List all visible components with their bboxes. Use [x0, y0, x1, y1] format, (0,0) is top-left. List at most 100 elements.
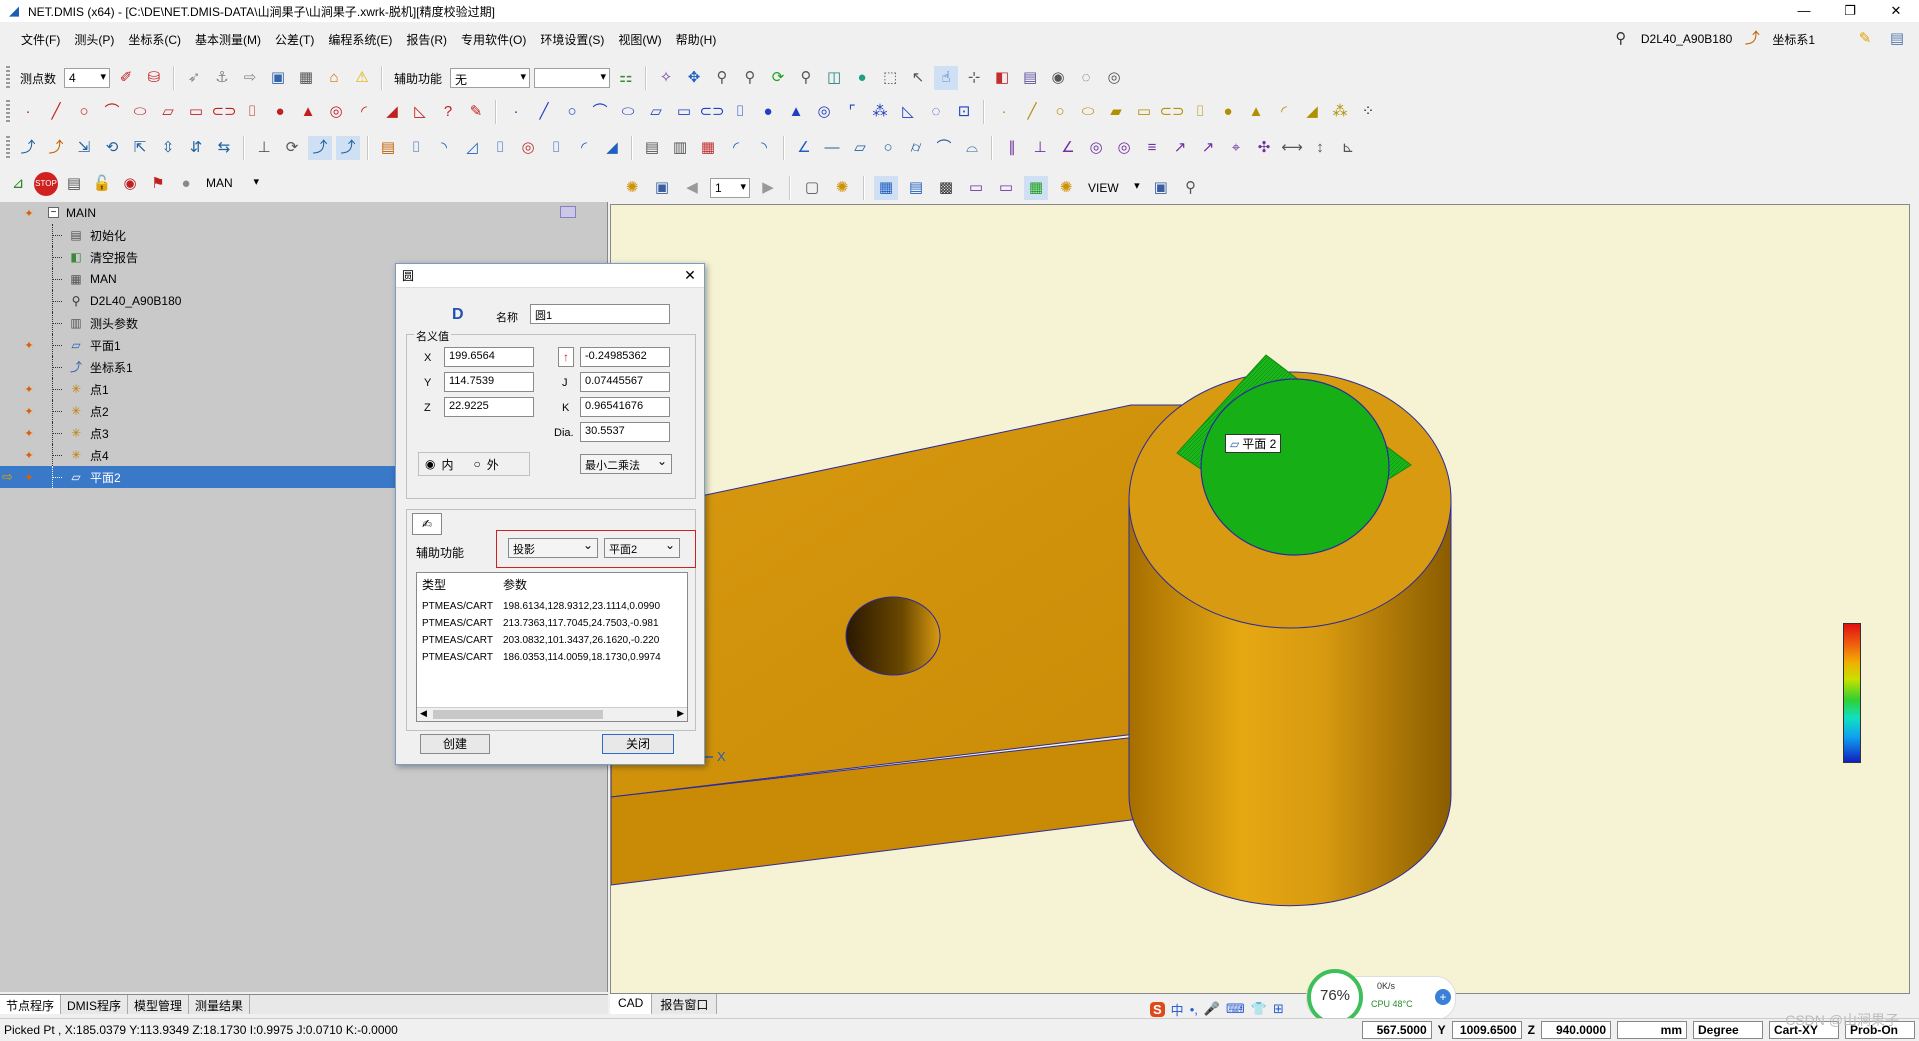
- view-select[interactable]: [1129, 178, 1143, 198]
- construct-cloud-icon[interactable]: ◌: [924, 100, 948, 124]
- scan-icon[interactable]: ✧: [654, 66, 678, 90]
- surface-feature-icon[interactable]: ◜: [352, 100, 376, 124]
- fit-method-select[interactable]: 最小二乘法: [580, 454, 672, 474]
- save-icon[interactable]: ▣: [1149, 176, 1173, 200]
- lightbulb-icon[interactable]: ✦: [22, 405, 36, 418]
- cad-cone-icon[interactable]: ▲: [1244, 100, 1268, 124]
- menu-report[interactable]: 报告(R): [399, 31, 454, 48]
- size-slope-icon[interactable]: ◿: [460, 136, 484, 160]
- punctuation-icon[interactable]: •,: [1190, 1002, 1198, 1017]
- tol-angle-icon[interactable]: ∠: [792, 136, 816, 160]
- lightbulb-icon[interactable]: ✦: [22, 449, 36, 462]
- tab-measurement-results[interactable]: 测量结果: [189, 995, 251, 1014]
- cad-sphere-icon[interactable]: ●: [1216, 100, 1240, 124]
- dialog-close-icon[interactable]: ✕: [676, 267, 704, 284]
- toolbar-grip[interactable]: [6, 66, 10, 90]
- line-feature-icon[interactable]: ╱: [44, 100, 68, 124]
- tol-size-icon[interactable]: ↕: [1308, 136, 1332, 160]
- init-coord-icon[interactable]: ⤴: [16, 136, 40, 160]
- coord-save-icon[interactable]: ⇵: [184, 136, 208, 160]
- scrollbar-thumb[interactable]: [433, 710, 603, 719]
- construct-rect-icon[interactable]: ▭: [672, 100, 696, 124]
- sphere-view-icon[interactable]: ●: [850, 66, 874, 90]
- lightbulb-icon[interactable]: ✦: [22, 383, 36, 396]
- cad-view[interactable]: ▱ 平面 2 Z X: [610, 204, 1910, 994]
- construct-plane-icon[interactable]: ▱: [644, 100, 668, 124]
- arc-feature-icon[interactable]: ⌒: [100, 100, 124, 124]
- tol-straight-icon[interactable]: —: [820, 136, 844, 160]
- row-type[interactable]: PTMEAS/CART: [422, 618, 493, 629]
- i-input[interactable]: -0.24985362: [580, 347, 670, 367]
- tree-menu-icon[interactable]: [560, 206, 576, 218]
- pick-icon[interactable]: ☝: [934, 66, 959, 90]
- menu-help[interactable]: 帮助(H): [669, 31, 724, 48]
- go-to-icon[interactable]: ⇨: [238, 66, 262, 90]
- measured-circle[interactable]: [1200, 378, 1390, 556]
- cad-surface-icon[interactable]: ◜: [1272, 100, 1296, 124]
- coord-machine-icon[interactable]: ⊥: [252, 136, 276, 160]
- ellipse-feature-icon[interactable]: ⬭: [128, 100, 152, 124]
- coord-active2-icon[interactable]: ⤴: [336, 136, 360, 160]
- cad-line-icon[interactable]: ╱: [1020, 100, 1044, 124]
- pin-icon[interactable]: ⚑: [146, 172, 170, 196]
- rectangle-feature-icon[interactable]: ▭: [184, 100, 208, 124]
- construct-slot-icon[interactable]: ⊂⊃: [699, 100, 724, 124]
- tab-dmis-program[interactable]: DMIS程序: [61, 995, 129, 1014]
- rotate-icon[interactable]: ⟳: [766, 66, 790, 90]
- coord-rotate-icon[interactable]: ⟲: [100, 136, 124, 160]
- home-icon[interactable]: ⌂: [322, 66, 346, 90]
- delete-all-points-icon[interactable]: ⛁: [142, 66, 166, 90]
- y-input[interactable]: 114.7539: [444, 372, 534, 392]
- measure-icon[interactable]: ◧: [990, 66, 1014, 90]
- data-grid-icon[interactable]: ⚏: [614, 66, 638, 90]
- print-preview-icon[interactable]: ⚲: [1179, 176, 1203, 200]
- tol-chart-icon[interactable]: ▥: [668, 136, 692, 160]
- tol-flat-icon[interactable]: ▱: [848, 136, 872, 160]
- tol-report-icon[interactable]: ▤: [640, 136, 664, 160]
- lightbulb-icon[interactable]: ✦: [22, 339, 36, 352]
- tol-arc-icon[interactable]: ◜: [724, 136, 748, 160]
- page-select[interactable]: 1: [710, 178, 750, 198]
- menu-file[interactable]: 文件(F): [14, 31, 67, 48]
- tab-model-management[interactable]: 模型管理: [128, 995, 190, 1014]
- cad-point-icon[interactable]: ·: [992, 100, 1016, 124]
- tol-total-runout-icon[interactable]: ↗: [1196, 136, 1220, 160]
- close-window-button[interactable]: ✕: [1873, 0, 1919, 22]
- tol-round-icon[interactable]: ○: [876, 136, 900, 160]
- menu-tolerance[interactable]: 公差(T): [268, 31, 321, 48]
- scroll-right-icon[interactable]: ▶: [677, 708, 684, 719]
- lamp-icon[interactable]: ✺: [1054, 176, 1078, 200]
- tol-profile-surface-icon[interactable]: ⌓: [960, 136, 984, 160]
- tol-position-icon[interactable]: ⌖: [1224, 136, 1248, 160]
- construct-point-icon[interactable]: ·: [504, 100, 528, 124]
- visibility-icon[interactable]: ◎: [1102, 66, 1126, 90]
- microphone-icon[interactable]: 🎤: [1204, 1001, 1220, 1017]
- construct-curve-icon[interactable]: ⊡: [952, 100, 976, 124]
- record-icon[interactable]: ◉: [118, 172, 142, 196]
- cad-cylinder-icon[interactable]: ⌷: [1188, 100, 1212, 124]
- add-icon[interactable]: +: [1435, 989, 1451, 1005]
- dp-view-icon[interactable]: ▭: [994, 176, 1018, 200]
- fit-icon[interactable]: ⚲: [794, 66, 818, 90]
- keyboard-icon[interactable]: ⌨: [1226, 1001, 1245, 1017]
- probe-icon[interactable]: ⚲: [1609, 27, 1633, 51]
- slot-feature-icon[interactable]: ⊂⊃: [211, 100, 236, 124]
- plane-2-label-tag[interactable]: ▱ 平面 2: [1225, 434, 1282, 453]
- scroll-left-icon[interactable]: ◀: [420, 708, 427, 719]
- dim-view-icon[interactable]: ▭: [964, 176, 988, 200]
- cad-more-icon[interactable]: ⁘: [1356, 100, 1380, 124]
- z-input[interactable]: 22.9225: [444, 397, 534, 417]
- layer-icon[interactable]: ▤: [1018, 66, 1042, 90]
- zoom-icon[interactable]: ⚲: [710, 66, 734, 90]
- point-list[interactable]: 类型 参数 PTMEAS/CART 198.6134,128.9312,23.1…: [416, 572, 688, 722]
- calculator-icon[interactable]: ▦: [294, 66, 318, 90]
- menu-view[interactable]: 视图(W): [611, 31, 668, 48]
- tol-grid-icon[interactable]: ▦: [696, 136, 720, 160]
- construct-torus-icon[interactable]: ◎: [812, 100, 836, 124]
- lightbulb-icon[interactable]: ✦: [22, 427, 36, 440]
- prev-page-icon[interactable]: ◀: [680, 176, 704, 200]
- tol-perp-icon[interactable]: ⊥: [1028, 136, 1052, 160]
- cad-circle-icon[interactable]: ○: [1048, 100, 1072, 124]
- minimize-button[interactable]: —: [1781, 0, 1827, 22]
- delete-point-icon[interactable]: ✐: [114, 66, 138, 90]
